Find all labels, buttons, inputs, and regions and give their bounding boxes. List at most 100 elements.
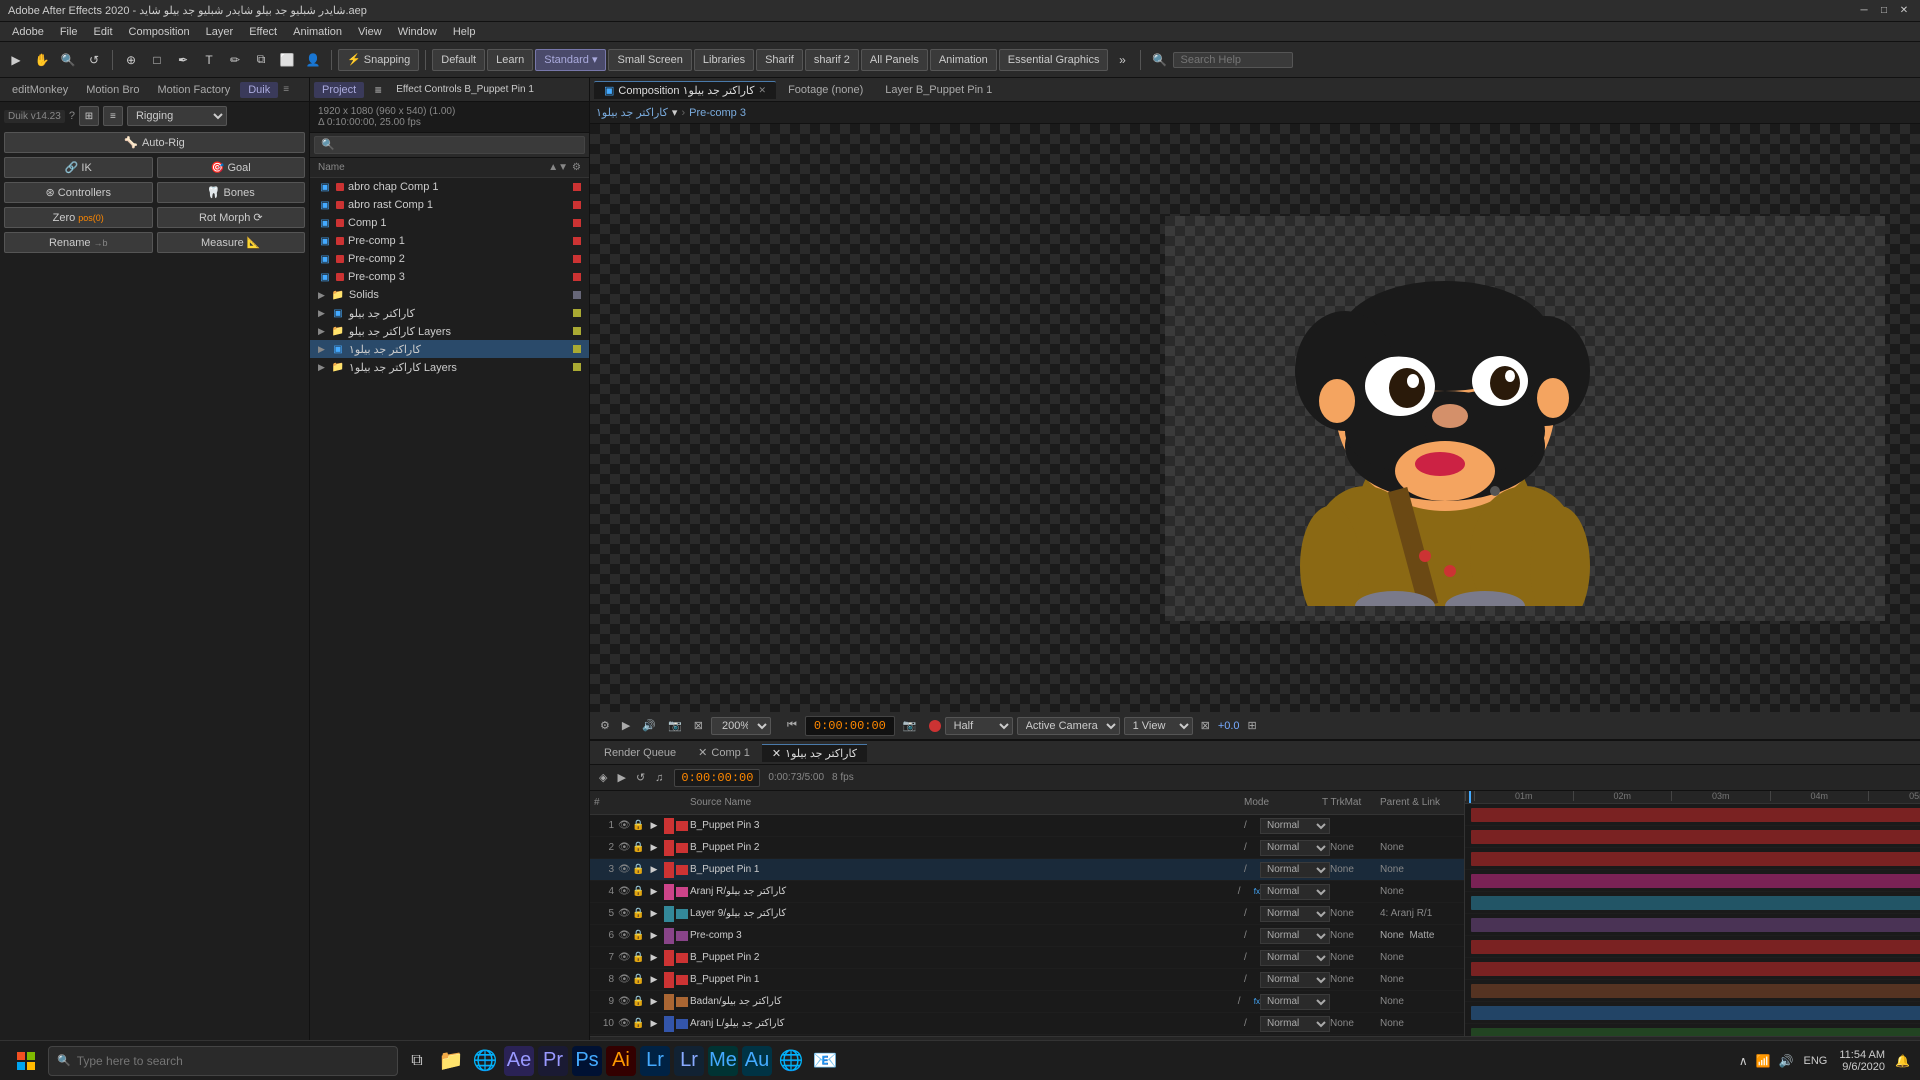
layer-row-9[interactable]: 9 👁 🔒 ▶ Badan/کاراکتر جد بیلو / fx Norma… <box>590 991 1464 1013</box>
workspace-essential[interactable]: Essential Graphics <box>999 49 1109 71</box>
lock-icon[interactable]: 🔒 <box>632 1018 646 1029</box>
project-search-input[interactable] <box>314 136 585 154</box>
menu-help[interactable]: Help <box>445 24 484 40</box>
workspace-sharif[interactable]: Sharif <box>756 49 803 71</box>
view-select[interactable]: 1 View 2 Views <box>1124 717 1193 735</box>
audition-icon[interactable]: Au <box>742 1046 772 1076</box>
project-item-precomp2[interactable]: ▣ Pre-comp 2 <box>310 250 589 268</box>
layer-row-5[interactable]: 5 👁 🔒 ▶ Layer 9/کاراکتر جد بیلو / Normal… <box>590 903 1464 925</box>
project-item-karaktar-layers[interactable]: ▶ 📁 کاراکتر جد بیلو Layers <box>310 322 589 340</box>
tab-composition[interactable]: ▣ Composition کاراکتر جد بیلو۱ ✕ <box>594 81 776 99</box>
menu-file[interactable]: File <box>52 24 86 40</box>
mode-select[interactable]: Normal <box>1260 840 1330 856</box>
taskbar-search[interactable]: 🔍 <box>48 1046 398 1076</box>
expand-icon[interactable]: ▶ <box>647 820 661 832</box>
timeline-close[interactable]: ✕ <box>772 747 781 760</box>
menu-edit[interactable]: Edit <box>86 24 121 40</box>
layer-row-2[interactable]: 2 👁 🔒 ▶ B_Puppet Pin 2 / Normal None Non… <box>590 837 1464 859</box>
lock-icon[interactable]: 🔒 <box>632 908 646 919</box>
rotmorph-button[interactable]: Rot Morph ⟳ <box>157 207 306 228</box>
play-btn[interactable]: ▶ <box>614 769 628 786</box>
menu-composition[interactable]: Composition <box>121 24 198 40</box>
skip-start-btn[interactable]: ⏮ <box>783 717 801 734</box>
start-button[interactable] <box>8 1043 44 1079</box>
notification-icon[interactable]: 🔔 <box>1893 1052 1912 1070</box>
workspace-snapping[interactable]: ⚡ Snapping <box>338 49 419 71</box>
project-item-karaktar[interactable]: ▶ ▣ کاراکتر جد بیلو <box>310 304 589 322</box>
expand-icon[interactable]: ▶ <box>647 1018 661 1030</box>
expand-icon[interactable]: ▶ <box>647 930 661 942</box>
visibility-icon[interactable]: 👁 <box>618 842 632 853</box>
project-menu-btn[interactable]: ≡ <box>366 77 390 103</box>
project-item-precomp3[interactable]: ▣ Pre-comp 3 <box>310 268 589 286</box>
visibility-icon[interactable]: 👁 <box>618 908 632 919</box>
menu-view[interactable]: View <box>350 24 390 40</box>
zero-button[interactable]: Zero pos(0) <box>4 207 153 228</box>
tab-comp1[interactable]: ✕ Comp 1 <box>688 744 760 761</box>
comp-settings-btn[interactable]: ⚙ <box>596 717 614 734</box>
eraser-tool[interactable]: ⬜ <box>275 47 299 73</box>
mode-select[interactable]: Normal <box>1260 972 1330 988</box>
tray-expand-icon[interactable]: ∧ <box>1737 1052 1750 1070</box>
workspace-standard[interactable]: Standard ▾ <box>535 49 606 71</box>
search-help-input[interactable] <box>1173 52 1293 68</box>
project-item-solids[interactable]: ▶ 📁 Solids <box>310 286 589 304</box>
mode-select[interactable]: Normal <box>1260 1016 1330 1032</box>
menu-effect[interactable]: Effect <box>241 24 285 40</box>
mode-select[interactable]: Normal <box>1260 950 1330 966</box>
taskbar-clock[interactable]: 11:54 AM 9/6/2020 <box>1839 1049 1885 1073</box>
tab-project[interactable]: Project <box>314 82 364 98</box>
language-indicator[interactable]: ENG <box>1800 1053 1832 1069</box>
workspace-default[interactable]: Default <box>432 49 485 71</box>
layer-row-8[interactable]: 8 👁 🔒 ▶ B_Puppet Pin 1 / Normal None Non… <box>590 969 1464 991</box>
lock-icon[interactable]: 🔒 <box>632 886 646 897</box>
workspace-overflow[interactable]: » <box>1110 47 1134 73</box>
bones-button[interactable]: 🦷 Bones <box>157 182 306 203</box>
aftereffects-icon[interactable]: Ae <box>504 1046 534 1076</box>
project-item-karaktar1[interactable]: ▶ ▣ کاراکتر جد بیلو۱ <box>310 340 589 358</box>
project-settings-icon[interactable]: ⚙ <box>572 162 581 173</box>
workspace-sharif2[interactable]: sharif 2 <box>805 49 859 71</box>
photoshop-icon[interactable]: Ps <box>572 1046 602 1076</box>
menu-animation[interactable]: Animation <box>285 24 350 40</box>
mode-select[interactable]: Normal <box>1260 928 1330 944</box>
project-item-karaktar1-layers[interactable]: ▶ 📁 کاراکتر جد بیلو۱ Layers <box>310 358 589 376</box>
puppet-tool[interactable]: 👤 <box>301 47 325 73</box>
premiere-icon[interactable]: Pr <box>538 1046 568 1076</box>
panel-menu-btn[interactable]: ≡ <box>280 83 292 96</box>
workspace-libraries[interactable]: Libraries <box>694 49 754 71</box>
expand-icon[interactable]: ▶ <box>647 996 661 1008</box>
taskbar-search-input[interactable] <box>77 1054 389 1068</box>
close-button[interactable]: ✕ <box>1896 3 1912 19</box>
minimize-button[interactable]: ─ <box>1856 3 1872 19</box>
firefox-icon[interactable]: 🌐 <box>470 1046 500 1076</box>
lock-icon[interactable]: 🔒 <box>632 864 646 875</box>
expand-icon[interactable]: ▶ <box>647 908 661 920</box>
layer-row-7[interactable]: 7 👁 🔒 ▶ B_Puppet Pin 2 / Normal None Non… <box>590 947 1464 969</box>
menu-window[interactable]: Window <box>390 24 445 40</box>
expand-icon[interactable]: ▶ <box>647 952 661 964</box>
maximize-button[interactable]: □ <box>1876 3 1892 19</box>
anchor-tool[interactable]: ⊕ <box>119 47 143 73</box>
tab-motion-bro[interactable]: Motion Bro <box>78 82 147 98</box>
lightroom-classic-icon[interactable]: Lr <box>674 1046 704 1076</box>
layer-row-3[interactable]: 3 👁 🔒 ▶ B_Puppet Pin 1 / Normal None Non… <box>590 859 1464 881</box>
visibility-icon[interactable]: 👁 <box>618 886 632 897</box>
project-item-precomp1[interactable]: ▣ Pre-comp 1 <box>310 232 589 250</box>
taskview-btn[interactable]: ⧉ <box>402 1046 432 1076</box>
solo-btn[interactable]: ◈ <box>596 769 610 786</box>
duik-help-icon[interactable]: ? <box>69 110 75 122</box>
zoom-tool[interactable]: 🔍 <box>56 47 80 73</box>
illustrator-icon[interactable]: Ai <box>606 1046 636 1076</box>
comp1-close[interactable]: ✕ <box>698 746 707 759</box>
rotation-tool[interactable]: ↺ <box>82 47 106 73</box>
effect-controls-tab[interactable]: Effect Controls B_Puppet Pin 1 <box>392 77 538 103</box>
lock-icon[interactable]: 🔒 <box>632 952 646 963</box>
media-encoder-icon[interactable]: Me <box>708 1046 738 1076</box>
tab-editmonkey[interactable]: editMonkey <box>4 82 76 98</box>
clone-tool[interactable]: ⧉ <box>249 47 273 73</box>
menu-adobe[interactable]: Adobe <box>4 24 52 40</box>
lock-icon[interactable]: 🔒 <box>632 820 646 831</box>
project-item-comp1[interactable]: ▣ Comp 1 <box>310 214 589 232</box>
tab-footage[interactable]: Footage (none) <box>778 82 873 98</box>
